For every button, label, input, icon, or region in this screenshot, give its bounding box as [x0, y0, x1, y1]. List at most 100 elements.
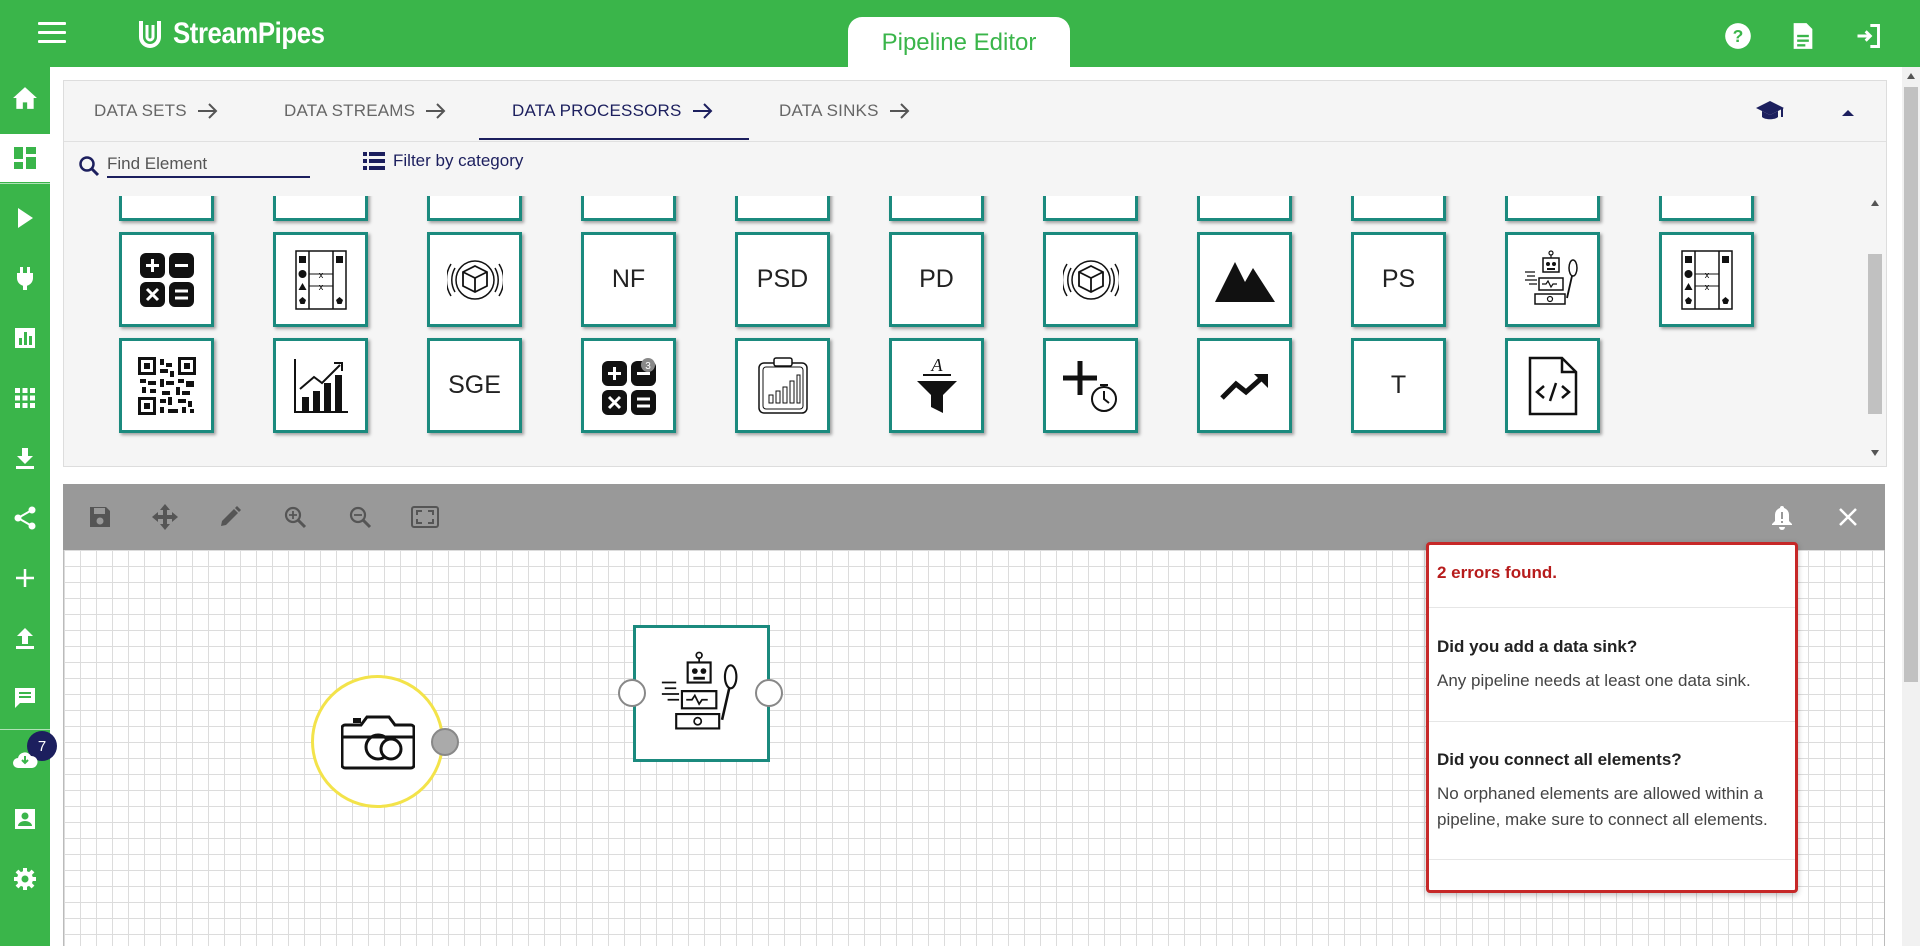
page-scrollbar[interactable] [1902, 67, 1920, 946]
element-tile[interactable] [1505, 196, 1600, 221]
play-icon[interactable] [0, 194, 50, 242]
app-logo[interactable]: StreamPipes [133, 16, 349, 52]
processor-node[interactable] [633, 625, 770, 762]
element-tile-label: PD [919, 265, 954, 293]
svg-text:x: x [1704, 270, 1709, 280]
tab-data-sinks[interactable]: DATA SINKS [779, 81, 911, 141]
element-tile[interactable] [427, 196, 522, 221]
dashboard-icon[interactable] [0, 134, 50, 182]
scroll-thumb[interactable] [1904, 87, 1918, 682]
upload-icon[interactable] [0, 614, 50, 662]
element-tile[interactable] [1505, 232, 1600, 327]
element-tile[interactable] [735, 196, 830, 221]
element-tile[interactable]: xx [273, 232, 368, 327]
pipeline-errors-popover: 2 errors found. Did you add a data sink?… [1426, 542, 1798, 893]
scroll-up-icon[interactable] [1871, 200, 1879, 206]
account-icon[interactable] [0, 795, 50, 843]
edit-icon[interactable] [215, 502, 245, 532]
element-tile[interactable]: xx [1659, 232, 1754, 327]
element-tile[interactable] [273, 338, 368, 433]
move-icon[interactable] [150, 502, 180, 532]
element-tile[interactable]: PSD [735, 232, 830, 327]
element-tile[interactable]: T [1351, 338, 1446, 433]
element-tile[interactable] [1197, 338, 1292, 433]
element-tile[interactable] [1043, 338, 1138, 433]
download-icon[interactable] [0, 434, 50, 482]
element-tile[interactable] [735, 338, 830, 433]
element-tile[interactable] [1197, 196, 1292, 221]
zoom-out-icon[interactable] [345, 502, 375, 532]
processor-input-port[interactable] [618, 679, 646, 707]
element-grid-scrollbar[interactable] [1867, 196, 1883, 462]
element-tile[interactable]: PS [1351, 232, 1446, 327]
element-tile[interactable] [273, 196, 368, 221]
share-icon[interactable] [0, 494, 50, 542]
top-bar: StreamPipes Pipeline Editor ? [0, 0, 1920, 68]
collapse-panel-icon[interactable] [1841, 105, 1855, 123]
search-icon [79, 156, 100, 177]
plus-icon[interactable] [0, 554, 50, 602]
scroll-down-icon[interactable] [1871, 450, 1879, 456]
error-title: Did you add a data sink? [1437, 637, 1638, 656]
source-output-port[interactable] [431, 728, 459, 756]
scroll-up-icon[interactable] [1907, 73, 1915, 79]
logout-icon[interactable] [1853, 21, 1883, 51]
element-tile[interactable] [427, 232, 522, 327]
element-tile[interactable] [119, 196, 214, 221]
text-filter-letter: A [930, 355, 943, 375]
svg-text:x: x [318, 282, 323, 292]
element-tile[interactable] [1351, 196, 1446, 221]
divider [1429, 607, 1795, 608]
element-tile[interactable]: A [889, 338, 984, 433]
source-node[interactable] [311, 675, 444, 808]
docs-icon[interactable] [1788, 21, 1818, 51]
help-icon[interactable]: ? [1723, 21, 1753, 51]
zoom-in-icon[interactable] [280, 502, 310, 532]
element-tile[interactable]: 3 [581, 338, 676, 433]
processor-output-port[interactable] [755, 679, 783, 707]
plug-icon[interactable] [0, 254, 50, 302]
apps-grid-icon[interactable] [0, 374, 50, 422]
tab-data-sinks-label: DATA SINKS [779, 101, 879, 120]
settings-icon[interactable] [0, 855, 50, 903]
tab-data-processors[interactable]: DATA PROCESSORS [512, 81, 714, 141]
home-icon[interactable] [0, 74, 50, 122]
transform-table-icon: xx [294, 249, 347, 310]
element-tile[interactable]: PD [889, 232, 984, 327]
fit-screen-icon[interactable] [410, 502, 440, 532]
calculator-badge-icon: 3 [601, 357, 656, 415]
element-tile[interactable]: SGE [427, 338, 522, 433]
error-description: No orphaned elements are allowed within … [1437, 784, 1768, 829]
error-description: Any pipeline needs at least one data sin… [1437, 671, 1751, 690]
svg-text:x: x [318, 270, 323, 280]
element-tile[interactable] [1197, 232, 1292, 327]
element-tile[interactable] [1043, 232, 1138, 327]
scroll-thumb[interactable] [1868, 254, 1882, 414]
save-icon[interactable] [85, 502, 115, 532]
element-tile[interactable]: NF [581, 232, 676, 327]
element-tile[interactable] [889, 196, 984, 221]
element-tile[interactable] [119, 232, 214, 327]
tab-data-streams[interactable]: DATA STREAMS [284, 81, 447, 141]
element-tile[interactable] [1505, 338, 1600, 433]
notifications-chat-icon[interactable] [0, 674, 50, 722]
element-tile[interactable] [1659, 196, 1754, 221]
graduation-cap-icon[interactable] [1755, 99, 1785, 130]
tab-data-sets[interactable]: DATA SETS [94, 81, 219, 141]
bell-icon[interactable] [1767, 502, 1797, 532]
element-tile-label: PS [1381, 265, 1416, 293]
filter-by-category-label: Filter by category [393, 151, 524, 170]
element-tile[interactable] [581, 196, 676, 221]
element-tile[interactable] [1043, 196, 1138, 221]
bar-chart-icon[interactable] [0, 314, 50, 362]
close-icon[interactable] [1833, 502, 1863, 532]
menu-icon[interactable] [38, 22, 66, 44]
cloud-download-icon[interactable] [0, 735, 50, 783]
filter-by-category-button[interactable]: Filter by category [363, 151, 523, 171]
tab-pipeline-editor-label: Pipeline Editor [881, 28, 1037, 56]
tab-data-streams-label: DATA STREAMS [284, 101, 416, 120]
sidebar-divider [0, 183, 50, 184]
element-tile[interactable] [119, 338, 214, 433]
tab-pipeline-editor[interactable]: Pipeline Editor [848, 17, 1070, 68]
find-element-input[interactable] [107, 151, 310, 178]
